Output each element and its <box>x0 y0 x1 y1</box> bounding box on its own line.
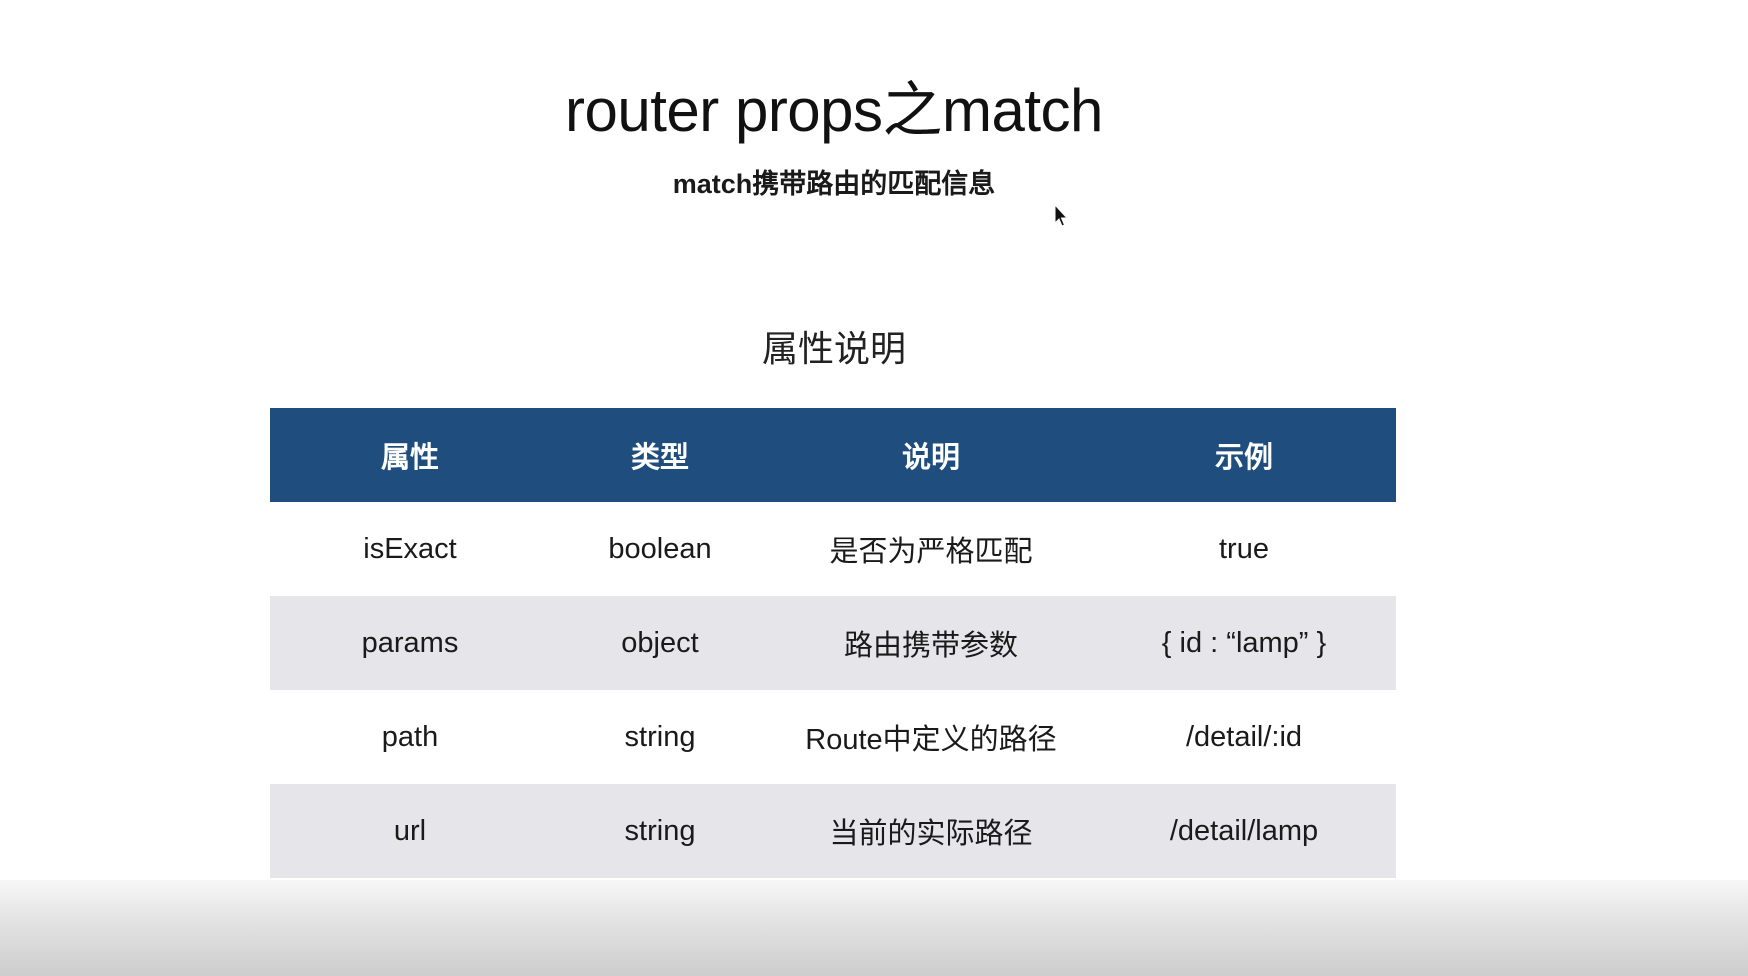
bottom-shadow-band <box>0 880 1748 976</box>
property-cell: params <box>361 626 459 659</box>
description-cell: 是否为严格匹配 <box>829 536 1033 568</box>
header-cell-property: 属性 <box>380 442 439 474</box>
header-cell-example: 示例 <box>1214 442 1273 474</box>
example-cell: /detail/lamp <box>1169 814 1319 847</box>
header-cell-type: 类型 <box>630 442 689 474</box>
section-heading: 属性说明 <box>761 328 906 369</box>
description-cell: 路由携带参数 <box>843 630 1018 662</box>
presentation-slide: router props之match match携带路由的匹配信息 属性说明 属… <box>0 0 1748 976</box>
table-row: url string 当前的实际路径 /detail/lamp <box>270 784 1396 878</box>
slide-subtitle: match携带路由的匹配信息 <box>672 169 996 199</box>
property-cell: url <box>393 814 427 847</box>
property-table: 属性 类型 说明 示例 isExact boolean 是否为严格匹配 true… <box>270 408 1396 878</box>
slide-title: router props之match <box>565 77 1103 144</box>
example-cell: /detail/:id <box>1185 720 1303 753</box>
table-row: path string Route中定义的路径 /detail/:id <box>270 690 1396 784</box>
property-cell: isExact <box>363 532 457 565</box>
type-cell: string <box>624 814 696 847</box>
table-row: isExact boolean 是否为严格匹配 true <box>270 502 1396 596</box>
example-cell: true <box>1219 532 1269 565</box>
description-cell: Route中定义的路径 <box>805 724 1057 756</box>
table-header-row: 属性 类型 说明 示例 <box>270 408 1396 502</box>
property-cell: path <box>381 720 439 753</box>
type-cell: boolean <box>608 532 712 565</box>
header-cell-description: 说明 <box>901 442 960 474</box>
type-cell: object <box>621 626 699 659</box>
description-cell: 当前的实际路径 <box>829 818 1033 850</box>
example-cell: { id : “lamp” } <box>1161 626 1327 659</box>
type-cell: string <box>624 720 696 753</box>
table-row: params object 路由携带参数 { id : “lamp” } <box>270 596 1396 690</box>
mouse-pointer-icon <box>1054 204 1068 227</box>
